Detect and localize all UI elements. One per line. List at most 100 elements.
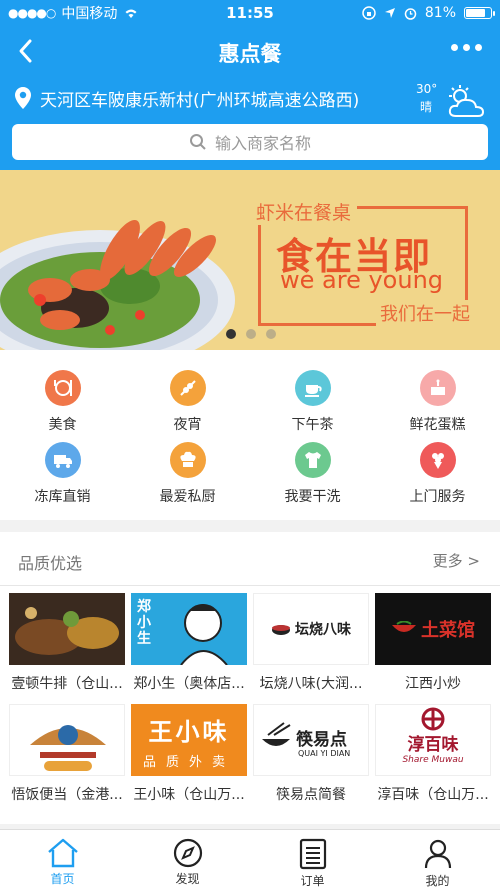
shop-logo: 王小味 品质外卖 (131, 704, 247, 776)
tab-bar: 首页 发现 订单 我的 (0, 829, 500, 889)
nav-bar: 惠点餐 (0, 26, 500, 76)
category-label: 冻库直销 (34, 489, 91, 505)
shop-name: 悟饭便当（金港... (11, 787, 123, 803)
tab-mine[interactable]: 我的 (375, 830, 500, 889)
shop-logo-subtext: QUAI YI DIAN (298, 749, 351, 758)
shop-card[interactable]: 郑小生 郑小生（奥体店... (131, 593, 247, 693)
tab-orders[interactable]: 订单 (250, 830, 375, 889)
shop-card[interactable]: 王小味 品质外卖 王小味（仓山万... (131, 704, 247, 804)
pager-dot[interactable] (266, 329, 276, 339)
category-grid: 美食 夜宵 下午茶 鲜花蛋糕 冻库直销 最爱私厨 我要干洗 上门服务 (0, 350, 500, 520)
shop-logo-text: 王小味 (148, 718, 230, 746)
cake-icon (419, 370, 456, 406)
category-label: 美食 (48, 417, 77, 433)
order-list-icon (299, 838, 326, 870)
truck-icon (44, 442, 81, 478)
weather-widget: 30° 晴 (416, 82, 486, 122)
home-icon (47, 838, 78, 868)
search-icon (189, 134, 206, 150)
shop-card[interactable]: 淳百味 Share Muwau 淳百味（仓山万... (375, 704, 491, 804)
shop-logo-text: 土菜馆 (421, 620, 475, 641)
carrier-label: 中国移动 (61, 6, 118, 22)
shop-logo: 土菜馆 (375, 593, 491, 665)
banner-english-text: we are young (280, 266, 444, 294)
search-placeholder: 输入商家名称 (214, 134, 311, 153)
status-bar: ●●●●○ 中国移动 11:55 81% (0, 0, 500, 26)
shop-card[interactable]: 坛烧八味 坛烧八味(大润... (253, 593, 369, 693)
shop-logo (9, 704, 125, 776)
shop-name: 郑小生（奥体店... (133, 676, 245, 692)
category-dry-clean[interactable]: 我要干洗 (250, 442, 375, 506)
location-arrow-icon (384, 8, 395, 18)
more-icon[interactable] (451, 44, 482, 51)
weather-description: 晴 (420, 100, 433, 114)
category-label: 上门服务 (409, 489, 466, 505)
shop-card[interactable]: 筷易点 QUAI YI DIAN 筷易点简餐 (253, 704, 369, 804)
shop-logo-subtext: Share Muwau (402, 755, 464, 765)
wifi-icon (125, 9, 137, 18)
alarm-icon (404, 7, 417, 20)
tab-label: 发现 (175, 872, 200, 886)
location-address[interactable]: 天河区车陂康乐新村(广州环城高速公路西) (40, 86, 359, 111)
shrimp-plate-image (0, 219, 235, 350)
category-private-chef[interactable]: 最爱私厨 (125, 442, 250, 506)
location-header: 天河区车陂康乐新村(广州环城高速公路西) 30° 晴 输入商家名称 (0, 76, 500, 170)
chef-icon (169, 442, 206, 478)
pager-dot[interactable] (246, 329, 256, 339)
shop-logo-text: 郑小生 (137, 599, 151, 647)
shop-name: 壹顿牛排（仓山... (11, 676, 123, 692)
shop-card[interactable]: 土菜馆 江西小炒 (375, 593, 491, 693)
clock: 11:55 (226, 4, 274, 22)
shop-logo: 坛烧八味 (253, 593, 369, 665)
sun-cloud-icon (448, 85, 485, 117)
battery-icon (464, 7, 495, 19)
category-label: 我要干洗 (284, 489, 341, 505)
tab-label: 订单 (300, 874, 325, 888)
shop-name: 淳百味（仓山万... (377, 787, 489, 803)
shop-name: 江西小炒 (405, 676, 461, 692)
tab-discover[interactable]: 发现 (125, 830, 250, 889)
orientation-lock-icon (362, 6, 376, 20)
category-label: 最爱私厨 (159, 489, 216, 505)
category-label: 夜宵 (173, 417, 202, 433)
shop-logo: 郑小生 (131, 593, 247, 665)
category-frozen-direct[interactable]: 冻库直销 (0, 442, 125, 506)
more-link[interactable]: 更多 > (433, 550, 480, 571)
section-header: 品质优选 更多 > (0, 532, 500, 586)
compass-icon (173, 838, 202, 868)
shop-name: 筷易点简餐 (276, 787, 346, 803)
banner-tagline: 虾米在餐桌 (256, 198, 358, 225)
cup-icon (294, 370, 331, 406)
shirt-icon (294, 442, 331, 478)
category-label: 下午茶 (291, 417, 334, 433)
page-title: 惠点餐 (218, 42, 282, 66)
category-home-service[interactable]: 上门服务 (375, 442, 500, 506)
shop-card[interactable]: 悟饭便当（金港... (9, 704, 125, 804)
shop-name: 坛烧八味(大润... (259, 676, 363, 692)
promo-banner[interactable]: 虾米在餐桌 食在当即 we are young 我们在一起 (0, 170, 500, 350)
shop-logo-text: 淳百味 (407, 735, 459, 755)
shop-card[interactable]: 壹顿牛排（仓山... (9, 593, 125, 693)
section-title: 品质优选 (18, 554, 83, 573)
category-label: 鲜花蛋糕 (409, 417, 466, 433)
shop-logo-text: 坛烧八味 (295, 622, 351, 638)
bouquet-icon (419, 442, 456, 478)
search-input[interactable]: 输入商家名称 (12, 124, 488, 160)
shop-logo: 筷易点 QUAI YI DIAN (253, 704, 369, 776)
banner-pager[interactable] (226, 329, 276, 339)
category-flowers-cake[interactable]: 鲜花蛋糕 (375, 370, 500, 434)
category-food[interactable]: 美食 (0, 370, 125, 434)
tab-label: 我的 (425, 874, 450, 888)
pager-dot[interactable] (226, 329, 236, 339)
category-night-snack[interactable]: 夜宵 (125, 370, 250, 434)
food-icon (44, 370, 81, 406)
shop-logo-text: 筷易点 (296, 730, 347, 750)
category-afternoon-tea[interactable]: 下午茶 (250, 370, 375, 434)
signal-icon: ●●●●○ (8, 6, 56, 20)
tab-label: 首页 (50, 872, 75, 886)
tab-home[interactable]: 首页 (0, 830, 125, 889)
weather-temperature: 30° (416, 82, 438, 96)
shop-image (9, 593, 125, 665)
skewer-icon (169, 370, 206, 406)
shop-logo-subtext: 品质外卖 (142, 755, 235, 770)
